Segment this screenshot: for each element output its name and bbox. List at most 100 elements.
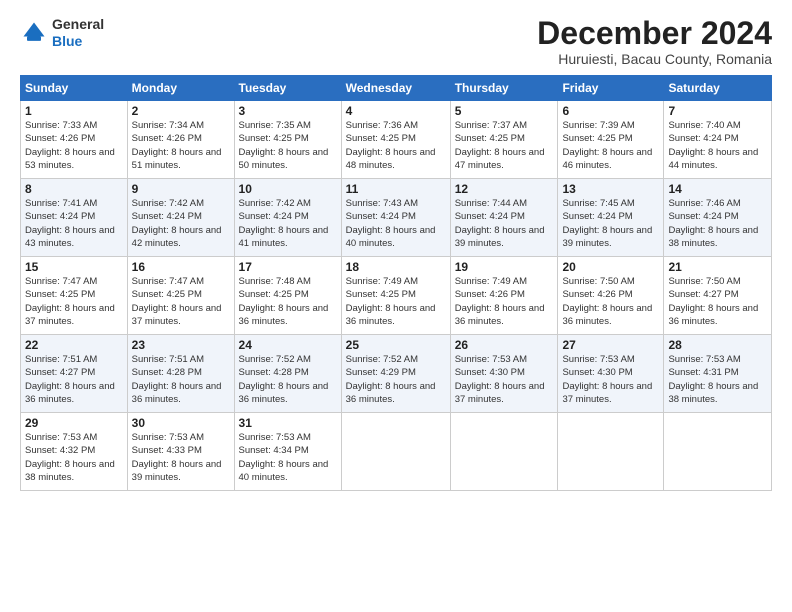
sunset-text: Sunset: 4:28 PM [132, 367, 202, 378]
day-number: 23 [132, 338, 230, 352]
calendar-week-row: 8 Sunrise: 7:41 AM Sunset: 4:24 PM Dayli… [21, 179, 772, 257]
sunset-text: Sunset: 4:24 PM [668, 211, 738, 222]
sunrise-text: Sunrise: 7:51 AM [25, 354, 97, 365]
day-info: Sunrise: 7:51 AM Sunset: 4:27 PM Dayligh… [25, 353, 123, 406]
day-number: 13 [562, 182, 659, 196]
sunset-text: Sunset: 4:25 PM [346, 289, 416, 300]
sunset-text: Sunset: 4:24 PM [346, 211, 416, 222]
day-number: 9 [132, 182, 230, 196]
day-info: Sunrise: 7:45 AM Sunset: 4:24 PM Dayligh… [562, 197, 659, 250]
day-number: 28 [668, 338, 767, 352]
sunrise-text: Sunrise: 7:48 AM [239, 276, 311, 287]
table-row: 19 Sunrise: 7:49 AM Sunset: 4:26 PM Dayl… [450, 257, 558, 335]
daylight-text: Daylight: 8 hours and 37 minutes. [132, 303, 222, 327]
table-row: 6 Sunrise: 7:39 AM Sunset: 4:25 PM Dayli… [558, 101, 664, 179]
calendar-week-row: 1 Sunrise: 7:33 AM Sunset: 4:26 PM Dayli… [21, 101, 772, 179]
day-number: 26 [455, 338, 554, 352]
table-row: 29 Sunrise: 7:53 AM Sunset: 4:32 PM Dayl… [21, 413, 128, 491]
day-info: Sunrise: 7:47 AM Sunset: 4:25 PM Dayligh… [25, 275, 123, 328]
daylight-text: Daylight: 8 hours and 36 minutes. [562, 303, 652, 327]
table-row: 22 Sunrise: 7:51 AM Sunset: 4:27 PM Dayl… [21, 335, 128, 413]
sunrise-text: Sunrise: 7:45 AM [562, 198, 634, 209]
table-row: 2 Sunrise: 7:34 AM Sunset: 4:26 PM Dayli… [127, 101, 234, 179]
table-row: 12 Sunrise: 7:44 AM Sunset: 4:24 PM Dayl… [450, 179, 558, 257]
sunrise-text: Sunrise: 7:34 AM [132, 120, 204, 131]
table-row: 16 Sunrise: 7:47 AM Sunset: 4:25 PM Dayl… [127, 257, 234, 335]
day-info: Sunrise: 7:39 AM Sunset: 4:25 PM Dayligh… [562, 119, 659, 172]
day-info: Sunrise: 7:52 AM Sunset: 4:28 PM Dayligh… [239, 353, 337, 406]
daylight-text: Daylight: 8 hours and 39 minutes. [132, 459, 222, 483]
sunrise-text: Sunrise: 7:52 AM [239, 354, 311, 365]
daylight-text: Daylight: 8 hours and 44 minutes. [668, 147, 758, 171]
sunset-text: Sunset: 4:25 PM [25, 289, 95, 300]
table-row: 25 Sunrise: 7:52 AM Sunset: 4:29 PM Dayl… [341, 335, 450, 413]
day-info: Sunrise: 7:42 AM Sunset: 4:24 PM Dayligh… [132, 197, 230, 250]
sunrise-text: Sunrise: 7:37 AM [455, 120, 527, 131]
table-row: 7 Sunrise: 7:40 AM Sunset: 4:24 PM Dayli… [664, 101, 772, 179]
day-info: Sunrise: 7:51 AM Sunset: 4:28 PM Dayligh… [132, 353, 230, 406]
daylight-text: Daylight: 8 hours and 53 minutes. [25, 147, 115, 171]
sunrise-text: Sunrise: 7:47 AM [132, 276, 204, 287]
sunset-text: Sunset: 4:24 PM [668, 133, 738, 144]
page-header: General Blue December 2024 Huruiesti, Ba… [20, 16, 772, 67]
day-number: 31 [239, 416, 337, 430]
day-number: 16 [132, 260, 230, 274]
sunrise-text: Sunrise: 7:40 AM [668, 120, 740, 131]
daylight-text: Daylight: 8 hours and 36 minutes. [132, 381, 222, 405]
logo-text: General Blue [52, 16, 104, 50]
sunset-text: Sunset: 4:25 PM [346, 133, 416, 144]
logo: General Blue [20, 16, 104, 50]
day-number: 20 [562, 260, 659, 274]
table-row: 9 Sunrise: 7:42 AM Sunset: 4:24 PM Dayli… [127, 179, 234, 257]
sunrise-text: Sunrise: 7:53 AM [562, 354, 634, 365]
sunset-text: Sunset: 4:31 PM [668, 367, 738, 378]
sunrise-text: Sunrise: 7:46 AM [668, 198, 740, 209]
table-row [341, 413, 450, 491]
table-row: 24 Sunrise: 7:52 AM Sunset: 4:28 PM Dayl… [234, 335, 341, 413]
day-info: Sunrise: 7:43 AM Sunset: 4:24 PM Dayligh… [346, 197, 446, 250]
sunset-text: Sunset: 4:29 PM [346, 367, 416, 378]
daylight-text: Daylight: 8 hours and 36 minutes. [455, 303, 545, 327]
calendar-page: General Blue December 2024 Huruiesti, Ba… [0, 0, 792, 612]
sunrise-text: Sunrise: 7:53 AM [668, 354, 740, 365]
sunset-text: Sunset: 4:24 PM [132, 211, 202, 222]
day-number: 5 [455, 104, 554, 118]
day-number: 6 [562, 104, 659, 118]
calendar-week-row: 29 Sunrise: 7:53 AM Sunset: 4:32 PM Dayl… [21, 413, 772, 491]
table-row: 1 Sunrise: 7:33 AM Sunset: 4:26 PM Dayli… [21, 101, 128, 179]
calendar-table: Sunday Monday Tuesday Wednesday Thursday… [20, 75, 772, 491]
col-wednesday: Wednesday [341, 76, 450, 101]
table-row [558, 413, 664, 491]
daylight-text: Daylight: 8 hours and 38 minutes. [668, 225, 758, 249]
col-thursday: Thursday [450, 76, 558, 101]
day-info: Sunrise: 7:53 AM Sunset: 4:34 PM Dayligh… [239, 431, 337, 484]
sunrise-text: Sunrise: 7:43 AM [346, 198, 418, 209]
daylight-text: Daylight: 8 hours and 48 minutes. [346, 147, 436, 171]
sunset-text: Sunset: 4:34 PM [239, 445, 309, 456]
daylight-text: Daylight: 8 hours and 40 minutes. [346, 225, 436, 249]
daylight-text: Daylight: 8 hours and 40 minutes. [239, 459, 329, 483]
day-info: Sunrise: 7:53 AM Sunset: 4:30 PM Dayligh… [562, 353, 659, 406]
sunset-text: Sunset: 4:25 PM [239, 133, 309, 144]
col-saturday: Saturday [664, 76, 772, 101]
sunset-text: Sunset: 4:30 PM [455, 367, 525, 378]
daylight-text: Daylight: 8 hours and 37 minutes. [25, 303, 115, 327]
month-title: December 2024 [537, 16, 772, 51]
sunset-text: Sunset: 4:32 PM [25, 445, 95, 456]
daylight-text: Daylight: 8 hours and 41 minutes. [239, 225, 329, 249]
sunrise-text: Sunrise: 7:49 AM [455, 276, 527, 287]
day-number: 1 [25, 104, 123, 118]
table-row: 18 Sunrise: 7:49 AM Sunset: 4:25 PM Dayl… [341, 257, 450, 335]
sunrise-text: Sunrise: 7:42 AM [132, 198, 204, 209]
day-number: 22 [25, 338, 123, 352]
day-number: 15 [25, 260, 123, 274]
sunset-text: Sunset: 4:24 PM [25, 211, 95, 222]
logo-icon [20, 19, 48, 47]
table-row: 17 Sunrise: 7:48 AM Sunset: 4:25 PM Dayl… [234, 257, 341, 335]
daylight-text: Daylight: 8 hours and 51 minutes. [132, 147, 222, 171]
sunrise-text: Sunrise: 7:53 AM [132, 432, 204, 443]
day-number: 24 [239, 338, 337, 352]
day-info: Sunrise: 7:46 AM Sunset: 4:24 PM Dayligh… [668, 197, 767, 250]
day-number: 29 [25, 416, 123, 430]
day-info: Sunrise: 7:49 AM Sunset: 4:26 PM Dayligh… [455, 275, 554, 328]
